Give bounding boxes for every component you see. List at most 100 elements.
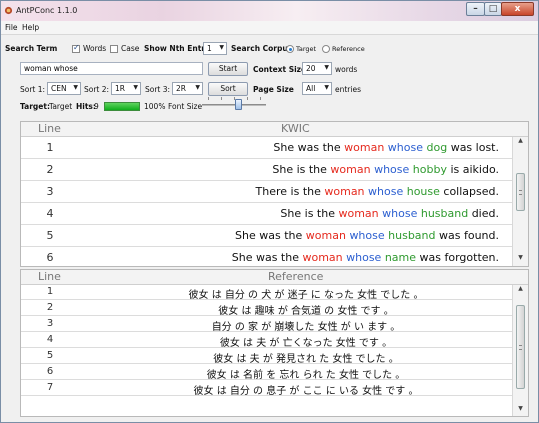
reference-row[interactable]: 7 彼女 は 自分 の 息子 が ここ に いる 女性 です 。: [21, 381, 513, 397]
font-size-slider-thumb[interactable]: [235, 99, 242, 110]
search-corpus-label: Search Corpus: [231, 44, 293, 53]
line-number: 1: [46, 286, 54, 297]
kwic-row[interactable]: 5 She was the woman whose husband was fou…: [21, 225, 513, 247]
sort2-select[interactable]: 1R ▼: [111, 82, 141, 95]
chevron-down-icon: ▼: [133, 84, 138, 91]
line-column-header[interactable]: Line: [38, 122, 61, 135]
reference-row[interactable]: 2 彼女 は 趣味 が 合気道 の 女性 です 。: [21, 301, 513, 317]
scroll-thumb[interactable]: [516, 305, 525, 389]
next-word: hobby: [412, 163, 447, 176]
start-button[interactable]: Start: [208, 62, 248, 76]
kwic-text: She was the woman whose dog was lost.: [273, 141, 499, 154]
sort3-value: 2R: [176, 84, 186, 93]
kwic-left-context: She was the: [273, 141, 345, 154]
kwic-row[interactable]: 4 She is the woman whose husband died.: [21, 203, 513, 225]
kwic-text: She is the woman whose husband died.: [280, 207, 499, 220]
keyword-woman: woman: [330, 163, 371, 176]
reference-row[interactable]: 6 彼女 は 名前 を 忘れ られ た 女性 でした 。: [21, 365, 513, 381]
kwic-row[interactable]: 2 She is the woman whose hobby is aikido.: [21, 159, 513, 181]
kwic-row[interactable]: 1 She was the woman whose dog was lost.: [21, 137, 513, 159]
kwic-right-context: was found.: [435, 229, 499, 242]
words-checkbox[interactable]: [72, 43, 80, 53]
app-window: AntPConc 1.1.0 – □ x File Help Search Te…: [0, 0, 539, 423]
maximize-button[interactable]: □: [484, 2, 502, 16]
search-input[interactable]: [20, 62, 203, 75]
chevron-down-icon: ▼: [219, 44, 224, 51]
nth-entry-select[interactable]: 1 ▼: [203, 42, 227, 55]
line-column-header[interactable]: Line: [38, 270, 61, 283]
reference-row[interactable]: 4 彼女 は 夫 が 亡くなった 女性 です 。: [21, 333, 513, 349]
kwic-text: She is the woman whose hobby is aikido.: [272, 163, 499, 176]
keyword-whose: whose: [374, 163, 410, 176]
scroll-down-icon[interactable]: ▼: [513, 405, 528, 416]
minimize-button[interactable]: –: [466, 2, 485, 16]
reference-row[interactable]: 1 彼女 は 自分 の 犬 が 迷子 に なった 女性 でした 。: [21, 285, 513, 301]
nth-entry-value: 1: [207, 44, 212, 53]
slider-tick: [247, 97, 248, 100]
page-size-value: All: [306, 84, 316, 93]
search-term-label: Search Term: [5, 44, 58, 53]
line-number: 5: [46, 350, 54, 361]
hits-percent: 100%: [144, 102, 166, 111]
reference-text: 彼女 は 名前 を 忘れ られ た 女性 でした 。: [206, 370, 406, 381]
status-target-label: Target:: [20, 102, 50, 111]
title-bar: AntPConc 1.1.0 – □ x: [1, 1, 538, 21]
reference-column-header[interactable]: Reference: [268, 270, 323, 283]
line-number: 4: [46, 207, 54, 220]
sort1-label: Sort 1:: [20, 85, 46, 94]
reference-row[interactable]: 3 自分 の 家 が 崩壊した 女性 が い ます 。: [21, 317, 513, 333]
reference-radio[interactable]: [322, 45, 330, 53]
line-number: 7: [46, 382, 54, 393]
window-title: AntPConc 1.1.0: [16, 6, 78, 15]
search-input-field[interactable]: [21, 63, 202, 74]
chevron-down-icon: ▼: [195, 84, 200, 91]
sort2-value: 1R: [115, 84, 125, 93]
case-checkbox[interactable]: [110, 45, 118, 53]
status-target-name: Target: [49, 102, 73, 111]
reference-text: 彼女 は 夫 が 発見され た 女性 でした 。: [213, 354, 399, 365]
kwic-right-context: died.: [468, 207, 499, 220]
kwic-header: Line KWIC: [21, 122, 528, 137]
keyword-whose: whose: [346, 251, 382, 264]
page-size-select[interactable]: All ▼: [302, 82, 332, 95]
target-radio-label: Target: [296, 45, 317, 53]
sort-button[interactable]: Sort: [208, 82, 248, 96]
target-radio[interactable]: [286, 45, 294, 53]
hits-progress-bar: [104, 102, 140, 111]
next-word: house: [406, 185, 440, 198]
context-size-label: Context Size: [253, 65, 307, 74]
reference-row[interactable]: 5 彼女 は 夫 が 発見され た 女性 でした 。: [21, 349, 513, 365]
close-button[interactable]: x: [501, 2, 534, 16]
window-controls: – □ x: [466, 2, 534, 16]
kwic-scrollbar[interactable]: ▲ ▼: [512, 137, 528, 266]
next-word: husband: [420, 207, 469, 220]
reference-scrollbar[interactable]: ▲ ▼: [512, 285, 528, 416]
reference-text: 彼女 は 趣味 が 合気道 の 女性 です 。: [218, 306, 394, 317]
scroll-thumb[interactable]: [516, 173, 525, 211]
next-word: name: [384, 251, 417, 264]
sort1-select[interactable]: CEN ▼: [47, 82, 81, 95]
scroll-down-icon[interactable]: ▼: [513, 254, 528, 266]
menu-help[interactable]: Help: [22, 23, 39, 32]
font-size-slider-track[interactable]: [202, 104, 266, 106]
kwic-left-context: There is the: [255, 185, 325, 198]
line-number: 2: [46, 163, 54, 176]
kwic-right-context: was lost.: [447, 141, 499, 154]
kwic-column-header[interactable]: KWIC: [281, 122, 310, 135]
kwic-text: She was the woman whose name was forgott…: [232, 251, 499, 264]
scroll-up-icon[interactable]: ▲: [513, 285, 528, 297]
menu-file[interactable]: File: [5, 23, 18, 32]
context-size-select[interactable]: 20 ▼: [302, 62, 332, 75]
kwic-left-context: She is the: [272, 163, 331, 176]
scroll-up-icon[interactable]: ▲: [513, 137, 528, 149]
case-label: Case: [121, 44, 140, 53]
kwic-row[interactable]: 6 She was the woman whose name was forgot…: [21, 247, 513, 266]
kwic-row[interactable]: 3 There is the woman whose house collapse…: [21, 181, 513, 203]
sort2-label: Sort 2:: [84, 85, 110, 94]
keyword-woman: woman: [324, 185, 365, 198]
sort3-select[interactable]: 2R ▼: [172, 82, 203, 95]
app-icon: [4, 6, 13, 15]
reference-text: 彼女 は 自分 の 息子 が ここ に いる 女性 です 。: [193, 386, 419, 397]
hits-label: Hits:: [76, 102, 96, 111]
reference-header: Line Reference: [21, 270, 528, 285]
